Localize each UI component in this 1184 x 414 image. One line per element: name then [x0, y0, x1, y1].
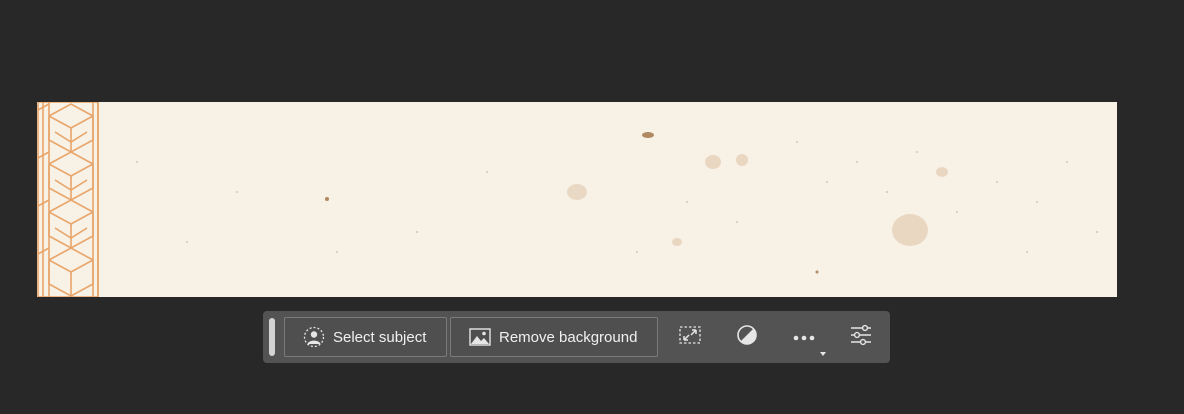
person-select-icon: [303, 326, 325, 348]
more-options-icon: [793, 328, 815, 346]
grain-dots: [136, 141, 1098, 253]
remove-background-button[interactable]: Remove background: [450, 317, 658, 357]
canvas-image: [37, 102, 1117, 297]
paper-speckles: [567, 154, 948, 246]
transform-selection-button[interactable]: [674, 321, 706, 353]
contextual-task-bar: Select subject Remove background: [263, 311, 890, 363]
select-subject-label: Select subject: [333, 328, 427, 346]
sliders-icon: [850, 324, 872, 351]
paper-texture: [37, 102, 1098, 297]
remove-background-label: Remove background: [499, 328, 638, 346]
more-options-button[interactable]: [788, 321, 820, 353]
contrast-icon: [736, 324, 758, 351]
resize-selection-icon: [679, 325, 701, 350]
adjustment-layer-button[interactable]: [731, 321, 763, 353]
select-subject-button[interactable]: Select subject: [284, 317, 447, 357]
drag-handle[interactable]: [269, 318, 275, 356]
taskbar-settings-button[interactable]: [845, 321, 877, 353]
geometric-pattern: [37, 102, 99, 297]
paper-flecks: [325, 132, 819, 274]
chevron-down-icon[interactable]: [820, 352, 826, 356]
image-icon: [469, 326, 491, 348]
